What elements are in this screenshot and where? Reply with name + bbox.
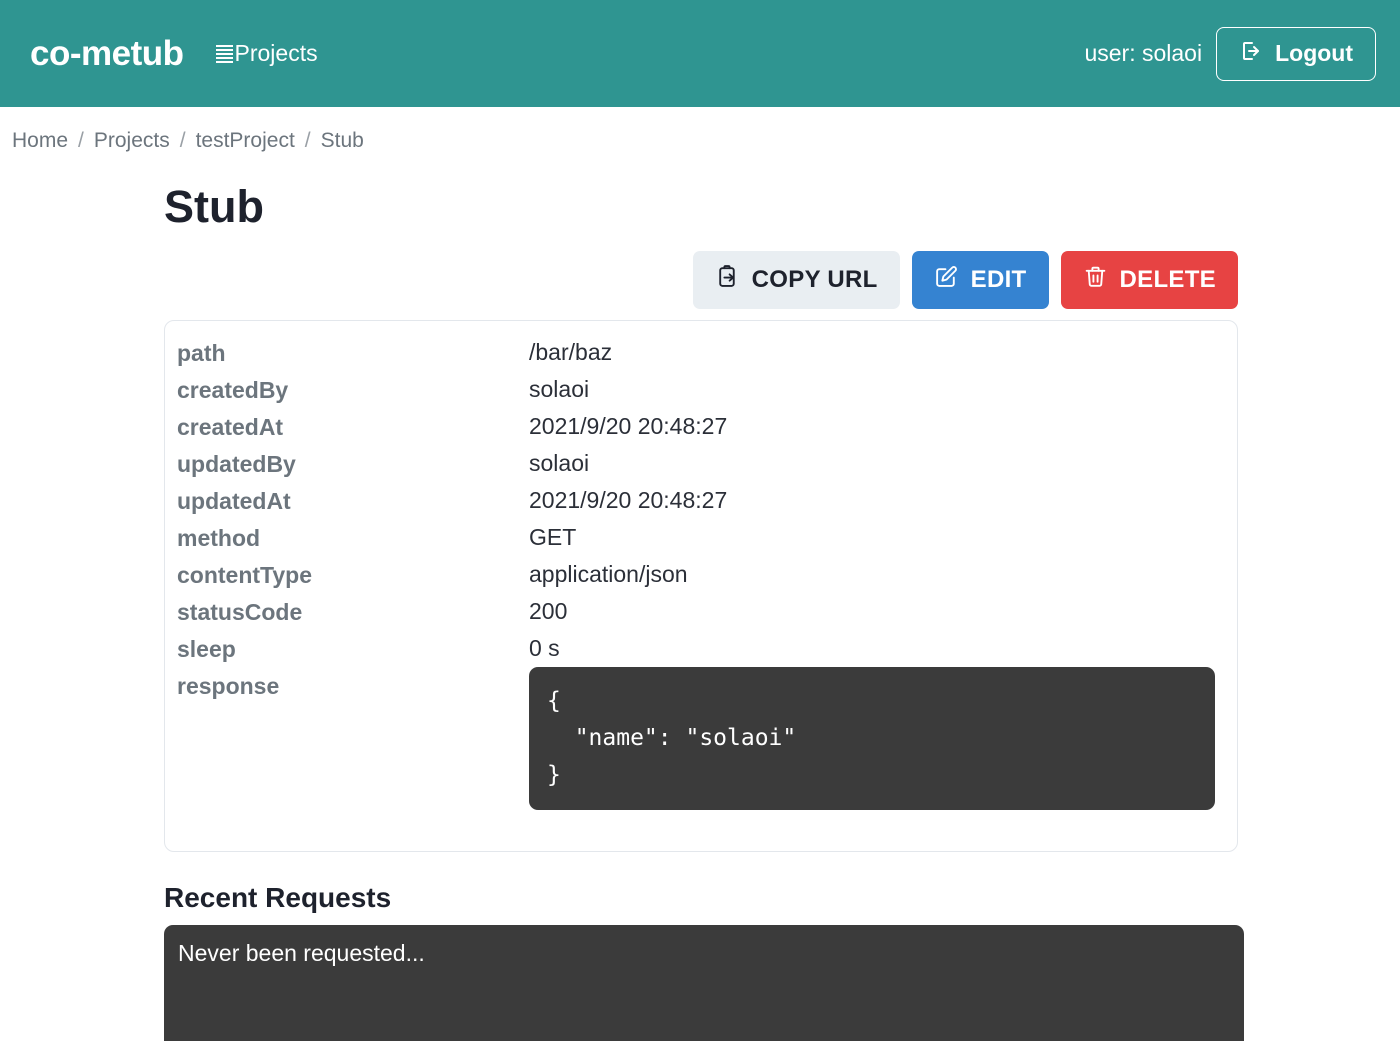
detail-value-response-wrapper: { "name": "solaoi" }: [529, 666, 1215, 834]
detail-value-updatedat: 2021/9/20 20:48:27: [529, 486, 728, 513]
detail-key-sleep: sleep: [177, 635, 236, 662]
trash-icon: [1083, 264, 1108, 296]
detail-row: sleep 0 s: [177, 635, 1215, 663]
detail-row: method GET: [177, 524, 1215, 552]
recent-requests-empty-text: Never been requested...: [178, 940, 425, 967]
detail-value-sleep: 0 s: [529, 634, 560, 661]
current-user-label: user: solaoi: [1084, 40, 1203, 66]
main-content: Stub COPY URL EDIT DELETE path /bar/baz …: [0, 182, 1400, 1041]
list-icon: [215, 45, 233, 63]
detail-value-statuscode: 200: [529, 597, 568, 624]
sign-out-icon: [1239, 39, 1263, 69]
copy-url-button-label: COPY URL: [751, 265, 878, 293]
detail-row: updatedBy solaoi: [177, 450, 1215, 478]
detail-key-contenttype: contentType: [177, 561, 313, 588]
nav-item-projects-label: Projects: [234, 40, 318, 66]
detail-value-path: /bar/baz: [529, 338, 613, 365]
navbar-right-group: user: solaoi Logout: [1084, 26, 1376, 81]
detail-key-createdat: createdAt: [177, 413, 284, 440]
detail-row: createdBy solaoi: [177, 376, 1215, 404]
edit-button[interactable]: EDIT: [911, 250, 1049, 309]
copy-url-button[interactable]: COPY URL: [692, 250, 900, 309]
detail-key-path: path: [177, 339, 226, 366]
delete-button-label: DELETE: [1119, 265, 1216, 293]
breadcrumb-item-home[interactable]: Home: [12, 129, 68, 153]
detail-key-method: method: [177, 524, 261, 551]
breadcrumb-separator: /: [179, 129, 186, 152]
delete-button[interactable]: DELETE: [1060, 250, 1238, 309]
detail-key-statuscode: statusCode: [177, 598, 303, 625]
stub-detail-card: path /bar/baz createdBy solaoi createdAt…: [164, 319, 1238, 853]
breadcrumb-item-testproject[interactable]: testProject: [196, 129, 295, 153]
breadcrumb-item-stub: Stub: [320, 129, 364, 152]
top-navbar: co-metub Projects user: solaoi Logout: [0, 0, 1400, 107]
breadcrumb-item-projects[interactable]: Projects: [94, 129, 170, 153]
clipboard-copy-icon: [715, 264, 740, 296]
page-title: Stub: [164, 181, 264, 232]
recent-requests-title: Recent Requests: [164, 882, 392, 914]
brand-logo[interactable]: co-metub: [30, 36, 184, 71]
detail-key-response: response: [177, 672, 280, 699]
response-body-code: { "name": "solaoi" }: [529, 666, 1215, 811]
logout-button[interactable]: Logout: [1216, 26, 1376, 81]
detail-row: createdAt 2021/9/20 20:48:27: [177, 413, 1215, 441]
detail-value-createdat: 2021/9/20 20:48:27: [529, 412, 728, 439]
detail-value-method: GET: [529, 523, 577, 550]
detail-row: statusCode 200: [177, 598, 1215, 626]
action-button-group: COPY URL EDIT DELETE: [164, 250, 1238, 309]
breadcrumb-separator: /: [304, 129, 311, 152]
edit-button-label: EDIT: [970, 265, 1027, 293]
detail-row: path /bar/baz: [177, 339, 1215, 367]
detail-key-updatedat: updatedAt: [177, 487, 291, 514]
detail-row: contentType application/json: [177, 561, 1215, 589]
nav-item-projects[interactable]: Projects: [215, 40, 318, 67]
logout-button-label: Logout: [1275, 40, 1353, 66]
detail-value-updatedby: solaoi: [529, 449, 590, 476]
detail-row: response { "name": "solaoi" }: [177, 666, 1215, 834]
pencil-square-icon: [934, 264, 959, 296]
detail-value-createdby: solaoi: [529, 375, 590, 402]
breadcrumb: Home / Projects / testProject / Stub: [0, 107, 1400, 153]
detail-key-createdby: createdBy: [177, 376, 289, 403]
detail-key-updatedby: updatedBy: [177, 450, 296, 477]
detail-row: updatedAt 2021/9/20 20:48:27: [177, 487, 1215, 515]
detail-value-contenttype: application/json: [529, 560, 688, 587]
recent-requests-panel: Never been requested...: [164, 925, 1244, 1041]
breadcrumb-separator: /: [78, 129, 84, 152]
